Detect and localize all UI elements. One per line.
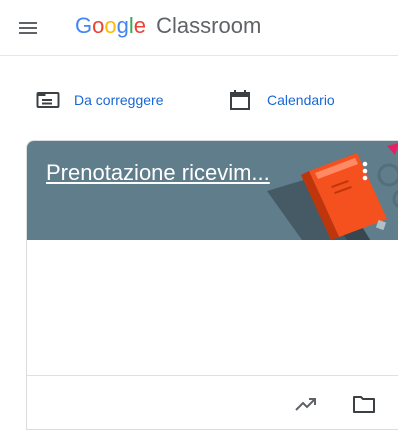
product-name: Classroom [156, 13, 262, 38]
assignment-inbox-icon [36, 88, 60, 112]
class-card: Prenotazione ricevim... [26, 140, 398, 430]
class-card-footer [27, 375, 398, 429]
to-review-label: Da correggere [74, 92, 164, 108]
calendar-icon [228, 88, 252, 112]
book-illustration [267, 143, 398, 240]
calendar-label: Calendario [267, 92, 335, 108]
top-app-bar: Google Classroom [0, 0, 398, 56]
google-wordmark: Google [75, 13, 147, 38]
class-title-link[interactable]: Prenotazione ricevim... [46, 159, 336, 187]
more-vert-icon[interactable] [353, 157, 377, 185]
menu-icon[interactable] [16, 16, 40, 40]
calendar-link[interactable]: Calendario [228, 84, 335, 116]
quick-links: Da correggere Calendario [0, 84, 398, 116]
trending-up-icon[interactable] [292, 390, 320, 418]
folder-icon[interactable] [350, 390, 378, 418]
google-classroom-logo[interactable]: Google Classroom [75, 12, 261, 40]
to-review-link[interactable]: Da correggere [36, 84, 164, 116]
class-card-header: Prenotazione ricevim... [27, 141, 398, 240]
